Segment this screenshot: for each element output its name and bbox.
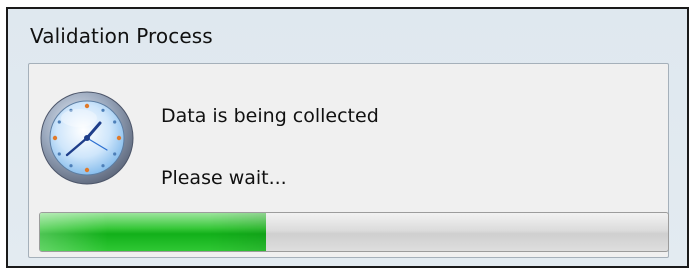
progress-bar (39, 212, 669, 252)
dialog-window: Validation Process Data is being collect… (6, 7, 689, 268)
progress-fill (40, 213, 267, 251)
dialog-content: Data is being collected Please wait... (28, 63, 669, 258)
title-bar[interactable]: Validation Process (8, 9, 687, 61)
status-message: Data is being collected (161, 105, 379, 127)
window-title: Validation Process (30, 24, 213, 48)
wait-message: Please wait... (161, 167, 287, 189)
clock-icon (40, 91, 134, 185)
